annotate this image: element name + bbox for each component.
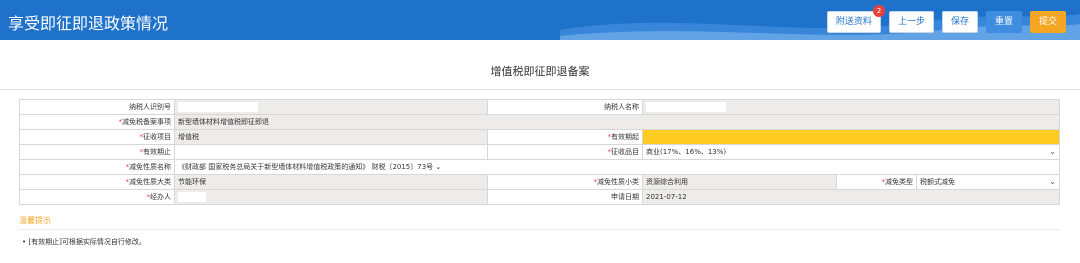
type-label: *减免类型 <box>836 174 917 190</box>
levy-project-value: 增值税 <box>174 129 488 145</box>
form-title: 增值税即征即退备案 <box>490 65 590 78</box>
taxpayer-id-redacted <box>178 102 258 112</box>
nature-name-value: 《财政部 国家税务总局关于新型墙体材料增值税政策的通知》 财税〔2015〕73号 <box>178 163 434 171</box>
submit-button[interactable]: 提交 <box>1029 11 1066 33</box>
valid-start-label: *有效期起 <box>487 129 643 145</box>
category-value: 节能环保 <box>174 174 488 190</box>
category-label: *减免性质大类 <box>19 174 175 190</box>
nature-name-label: *减免性质名称 <box>19 159 175 175</box>
nature-name-select[interactable]: 《财政部 国家税务总局关于新型墙体材料增值税政策的通知》 财税〔2015〕73号… <box>174 159 1060 175</box>
filing-form-table: 纳税人识别号 纳税人名称 *减免税备案事项 新型墙体材料增值税即征即退 *征收项… <box>19 99 1060 205</box>
valid-start-input[interactable] <box>642 129 1060 145</box>
taxpayer-name-label: 纳税人名称 <box>487 99 643 115</box>
apply-date-value: 2021-07-12 <box>642 189 1060 205</box>
page-title: 享受即征即退政策情况 <box>8 14 169 33</box>
tips-title: 温馨提示 <box>19 216 51 225</box>
save-button[interactable]: 保存 <box>941 11 978 33</box>
chevron-down-icon: ⌄ <box>1049 177 1056 186</box>
levy-item-label: *征收品目 <box>487 144 643 160</box>
taxpayer-name-redacted <box>646 102 726 112</box>
attach-button-label: 附送资料 <box>835 17 872 27</box>
form-row-category: *减免性质大类 节能环保 *减免性质小类 资源综合利用 *减免类型 税额式减免 ⌄ <box>19 174 1060 190</box>
attach-count-badge: 2 <box>872 5 885 17</box>
taxpayer-id-label: 纳税人识别号 <box>19 99 175 115</box>
handler-field[interactable] <box>174 189 488 205</box>
levy-item-value: 商业(17%、16%、13%) <box>646 148 727 156</box>
chevron-down-icon: ⌄ <box>435 163 442 171</box>
prev-step-button[interactable]: 上一步 <box>888 11 934 33</box>
handler-redacted <box>178 192 206 202</box>
subcategory-value: 资源综合利用 <box>642 174 837 190</box>
chevron-down-icon: ⌄ <box>1049 147 1056 156</box>
toolbar: 附送资料 2 上一步 保存 重置 提交 <box>826 5 1066 33</box>
attach-button[interactable]: 附送资料 2 <box>826 5 885 33</box>
form-row-handler: *经办人 申请日期 2021-07-12 <box>19 189 1060 205</box>
subcategory-label: *减免性质小类 <box>487 174 643 190</box>
levy-item-select[interactable]: 商业(17%、16%、13%) ⌄ <box>642 144 1060 160</box>
tips-item: • [有效期止]可根据实际情况自行修改。 <box>22 238 146 246</box>
tips-divider <box>19 229 1060 230</box>
form-row-valid-end: *有效期止 *征收品目 商业(17%、16%、13%) ⌄ <box>19 144 1060 160</box>
type-value: 税额式减免 <box>920 178 955 186</box>
reset-button[interactable]: 重置 <box>985 11 1022 33</box>
item-label: *减免税备案事项 <box>19 114 175 130</box>
apply-date-label: 申请日期 <box>487 189 643 205</box>
levy-project-label: *征收项目 <box>19 129 175 145</box>
item-value: 新型墙体材料增值税即征即退 <box>174 114 1060 130</box>
taxpayer-id-field <box>174 99 488 115</box>
valid-end-input[interactable] <box>174 144 488 160</box>
form-row-taxpayer: 纳税人识别号 纳税人名称 <box>19 99 1060 115</box>
valid-end-label: *有效期止 <box>19 144 175 160</box>
type-select[interactable]: 税额式减免 ⌄ <box>916 174 1060 190</box>
header-bar: 享受即征即退政策情况 附送资料 2 上一步 保存 重置 提交 <box>0 0 1080 40</box>
form-row-levy-project: *征收项目 增值税 *有效期起 <box>19 129 1060 145</box>
handler-label: *经办人 <box>19 189 175 205</box>
taxpayer-name-field <box>642 99 1060 115</box>
form-row-item: *减免税备案事项 新型墙体材料增值税即征即退 <box>19 114 1060 130</box>
title-divider <box>0 89 1080 90</box>
form-row-nature: *减免性质名称 《财政部 国家税务总局关于新型墙体材料增值税政策的通知》 财税〔… <box>19 159 1060 175</box>
